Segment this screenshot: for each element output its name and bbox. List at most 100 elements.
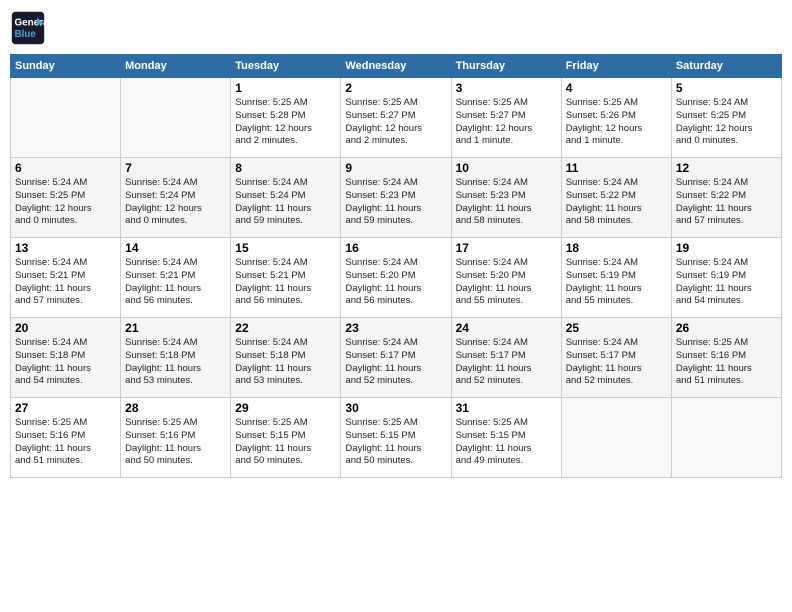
calendar-cell: 4Sunrise: 5:25 AMSunset: 5:26 PMDaylight…: [561, 78, 671, 158]
header-day-monday: Monday: [121, 55, 231, 78]
calendar-week-5: 27 Sunrise: 5:25 AMSunset: 5:16 PMDayligh…: [11, 398, 782, 478]
day-number: 15: [235, 241, 336, 255]
day-number: 24: [456, 321, 557, 335]
day-number: 29: [235, 401, 336, 415]
calendar-body: 1Sunrise: 5:25 AMSunset: 5:28 PMDaylight…: [11, 78, 782, 478]
calendar-cell: 3 Sunrise: 5:25 AMSunset: 5:27 PMDaylight…: [451, 78, 561, 158]
logo-icon: General Blue: [10, 10, 46, 46]
day-number: 28: [125, 401, 226, 415]
calendar-cell: 24 Sunrise: 5:24 AMSunset: 5:17 PMDayligh…: [451, 318, 561, 398]
day-detail: Sunrise: 5:24 AMSunset: 5:18 PMDaylight:…: [15, 337, 116, 388]
calendar-cell: 1Sunrise: 5:25 AMSunset: 5:28 PMDaylight…: [231, 78, 341, 158]
calendar-cell: 30 Sunrise: 5:25 AMSunset: 5:15 PMDayligh…: [341, 398, 451, 478]
calendar-cell: 21 Sunrise: 5:24 AMSunset: 5:18 PMDayligh…: [121, 318, 231, 398]
day-number: 22: [235, 321, 336, 335]
day-number: 12: [676, 161, 777, 175]
day-detail: Sunrise: 5:24 AMSunset: 5:18 PMDaylight:…: [235, 337, 336, 388]
day-number: 3: [456, 81, 557, 95]
day-detail: Sunrise: 5:24 AMSunset: 5:17 PMDaylight:…: [456, 337, 557, 388]
day-detail: Sunrise: 5:25 AMSunset: 5:15 PMDaylight:…: [345, 417, 446, 468]
day-number: 21: [125, 321, 226, 335]
day-number: 16: [345, 241, 446, 255]
day-number: 11: [566, 161, 667, 175]
day-detail: Sunrise: 5:24 AMSunset: 5:22 PMDaylight:…: [566, 177, 667, 228]
calendar-cell: 7 Sunrise: 5:24 AMSunset: 5:24 PMDaylight…: [121, 158, 231, 238]
day-detail: Sunrise: 5:24 AMSunset: 5:23 PMDaylight:…: [456, 177, 557, 228]
header-day-friday: Friday: [561, 55, 671, 78]
day-number: 31: [456, 401, 557, 415]
calendar-cell: 17 Sunrise: 5:24 AMSunset: 5:20 PMDayligh…: [451, 238, 561, 318]
calendar-cell: 25 Sunrise: 5:24 AMSunset: 5:17 PMDayligh…: [561, 318, 671, 398]
day-detail: Sunrise: 5:24 AMSunset: 5:25 PMDaylight:…: [15, 177, 116, 228]
calendar-table: SundayMondayTuesdayWednesdayThursdayFrid…: [10, 54, 782, 478]
day-detail: Sunrise: 5:24 AMSunset: 5:20 PMDaylight:…: [345, 257, 446, 308]
calendar-cell: [121, 78, 231, 158]
day-detail: Sunrise: 5:24 AMSunset: 5:22 PMDaylight:…: [676, 177, 777, 228]
calendar-cell: 27Sunrise: 5:25 AMSunset: 5:16 PMDayligh…: [11, 398, 121, 478]
day-number: 9: [345, 161, 446, 175]
day-detail: Sunrise: 5:24 AMSunset: 5:19 PMDaylight:…: [566, 257, 667, 308]
day-detail: Sunrise: 5:25 AMSunset: 5:16 PMDaylight:…: [125, 417, 226, 468]
header-day-thursday: Thursday: [451, 55, 561, 78]
day-detail: Sunrise: 5:24 AMSunset: 5:21 PMDaylight:…: [125, 257, 226, 308]
header-day-wednesday: Wednesday: [341, 55, 451, 78]
day-detail: Sunrise: 5:25 AMSunset: 5:28 PMDaylight:…: [235, 97, 336, 148]
logo: General Blue: [10, 10, 50, 46]
day-detail: Sunrise: 5:24 AMSunset: 5:19 PMDaylight:…: [676, 257, 777, 308]
day-number: 5: [676, 81, 777, 95]
calendar-cell: 19 Sunrise: 5:24 AMSunset: 5:19 PMDayligh…: [671, 238, 781, 318]
calendar-cell: 12 Sunrise: 5:24 AMSunset: 5:22 PMDayligh…: [671, 158, 781, 238]
header-day-sunday: Sunday: [11, 55, 121, 78]
day-number: 18: [566, 241, 667, 255]
calendar-cell: 11 Sunrise: 5:24 AMSunset: 5:22 PMDayligh…: [561, 158, 671, 238]
day-detail: Sunrise: 5:24 AMSunset: 5:24 PMDaylight:…: [125, 177, 226, 228]
calendar-header: SundayMondayTuesdayWednesdayThursdayFrid…: [11, 55, 782, 78]
calendar-cell: 31 Sunrise: 5:25 AMSunset: 5:15 PMDayligh…: [451, 398, 561, 478]
calendar-cell: 22 Sunrise: 5:24 AMSunset: 5:18 PMDayligh…: [231, 318, 341, 398]
day-number: 20: [15, 321, 116, 335]
header-row: SundayMondayTuesdayWednesdayThursdayFrid…: [11, 55, 782, 78]
calendar-cell: 18 Sunrise: 5:24 AMSunset: 5:19 PMDayligh…: [561, 238, 671, 318]
day-detail: Sunrise: 5:25 AMSunset: 5:15 PMDaylight:…: [456, 417, 557, 468]
day-number: 27: [15, 401, 116, 415]
calendar-week-1: 1Sunrise: 5:25 AMSunset: 5:28 PMDaylight…: [11, 78, 782, 158]
calendar-cell: [561, 398, 671, 478]
header-day-tuesday: Tuesday: [231, 55, 341, 78]
calendar-cell: [11, 78, 121, 158]
calendar-cell: 2Sunrise: 5:25 AMSunset: 5:27 PMDaylight…: [341, 78, 451, 158]
calendar-cell: 10 Sunrise: 5:24 AMSunset: 5:23 PMDayligh…: [451, 158, 561, 238]
calendar-week-3: 13 Sunrise: 5:24 AMSunset: 5:21 PMDayligh…: [11, 238, 782, 318]
day-detail: Sunrise: 5:24 AMSunset: 5:18 PMDaylight:…: [125, 337, 226, 388]
calendar-cell: 15 Sunrise: 5:24 AMSunset: 5:21 PMDayligh…: [231, 238, 341, 318]
day-number: 30: [345, 401, 446, 415]
day-number: 2: [345, 81, 446, 95]
calendar-cell: 14Sunrise: 5:24 AMSunset: 5:21 PMDayligh…: [121, 238, 231, 318]
calendar-cell: 28 Sunrise: 5:25 AMSunset: 5:16 PMDayligh…: [121, 398, 231, 478]
day-detail: Sunrise: 5:24 AMSunset: 5:17 PMDaylight:…: [566, 337, 667, 388]
page-header: General Blue: [10, 10, 782, 46]
day-number: 7: [125, 161, 226, 175]
calendar-week-2: 6Sunrise: 5:24 AMSunset: 5:25 PMDaylight…: [11, 158, 782, 238]
day-number: 19: [676, 241, 777, 255]
calendar-cell: 8Sunrise: 5:24 AMSunset: 5:24 PMDaylight…: [231, 158, 341, 238]
calendar-cell: 16 Sunrise: 5:24 AMSunset: 5:20 PMDayligh…: [341, 238, 451, 318]
day-number: 17: [456, 241, 557, 255]
day-number: 10: [456, 161, 557, 175]
day-detail: Sunrise: 5:24 AMSunset: 5:24 PMDaylight:…: [235, 177, 336, 228]
day-detail: Sunrise: 5:24 AMSunset: 5:21 PMDaylight:…: [235, 257, 336, 308]
day-number: 26: [676, 321, 777, 335]
day-number: 25: [566, 321, 667, 335]
day-detail: Sunrise: 5:24 AMSunset: 5:25 PMDaylight:…: [676, 97, 777, 148]
day-detail: Sunrise: 5:25 AMSunset: 5:27 PMDaylight:…: [456, 97, 557, 148]
calendar-cell: 20 Sunrise: 5:24 AMSunset: 5:18 PMDayligh…: [11, 318, 121, 398]
day-detail: Sunrise: 5:24 AMSunset: 5:20 PMDaylight:…: [456, 257, 557, 308]
day-detail: Sunrise: 5:24 AMSunset: 5:21 PMDaylight:…: [15, 257, 116, 308]
day-number: 4: [566, 81, 667, 95]
calendar-week-4: 20 Sunrise: 5:24 AMSunset: 5:18 PMDayligh…: [11, 318, 782, 398]
day-number: 23: [345, 321, 446, 335]
calendar-cell: [671, 398, 781, 478]
day-detail: Sunrise: 5:24 AMSunset: 5:17 PMDaylight:…: [345, 337, 446, 388]
day-number: 13: [15, 241, 116, 255]
svg-text:Blue: Blue: [15, 29, 37, 40]
header-day-saturday: Saturday: [671, 55, 781, 78]
